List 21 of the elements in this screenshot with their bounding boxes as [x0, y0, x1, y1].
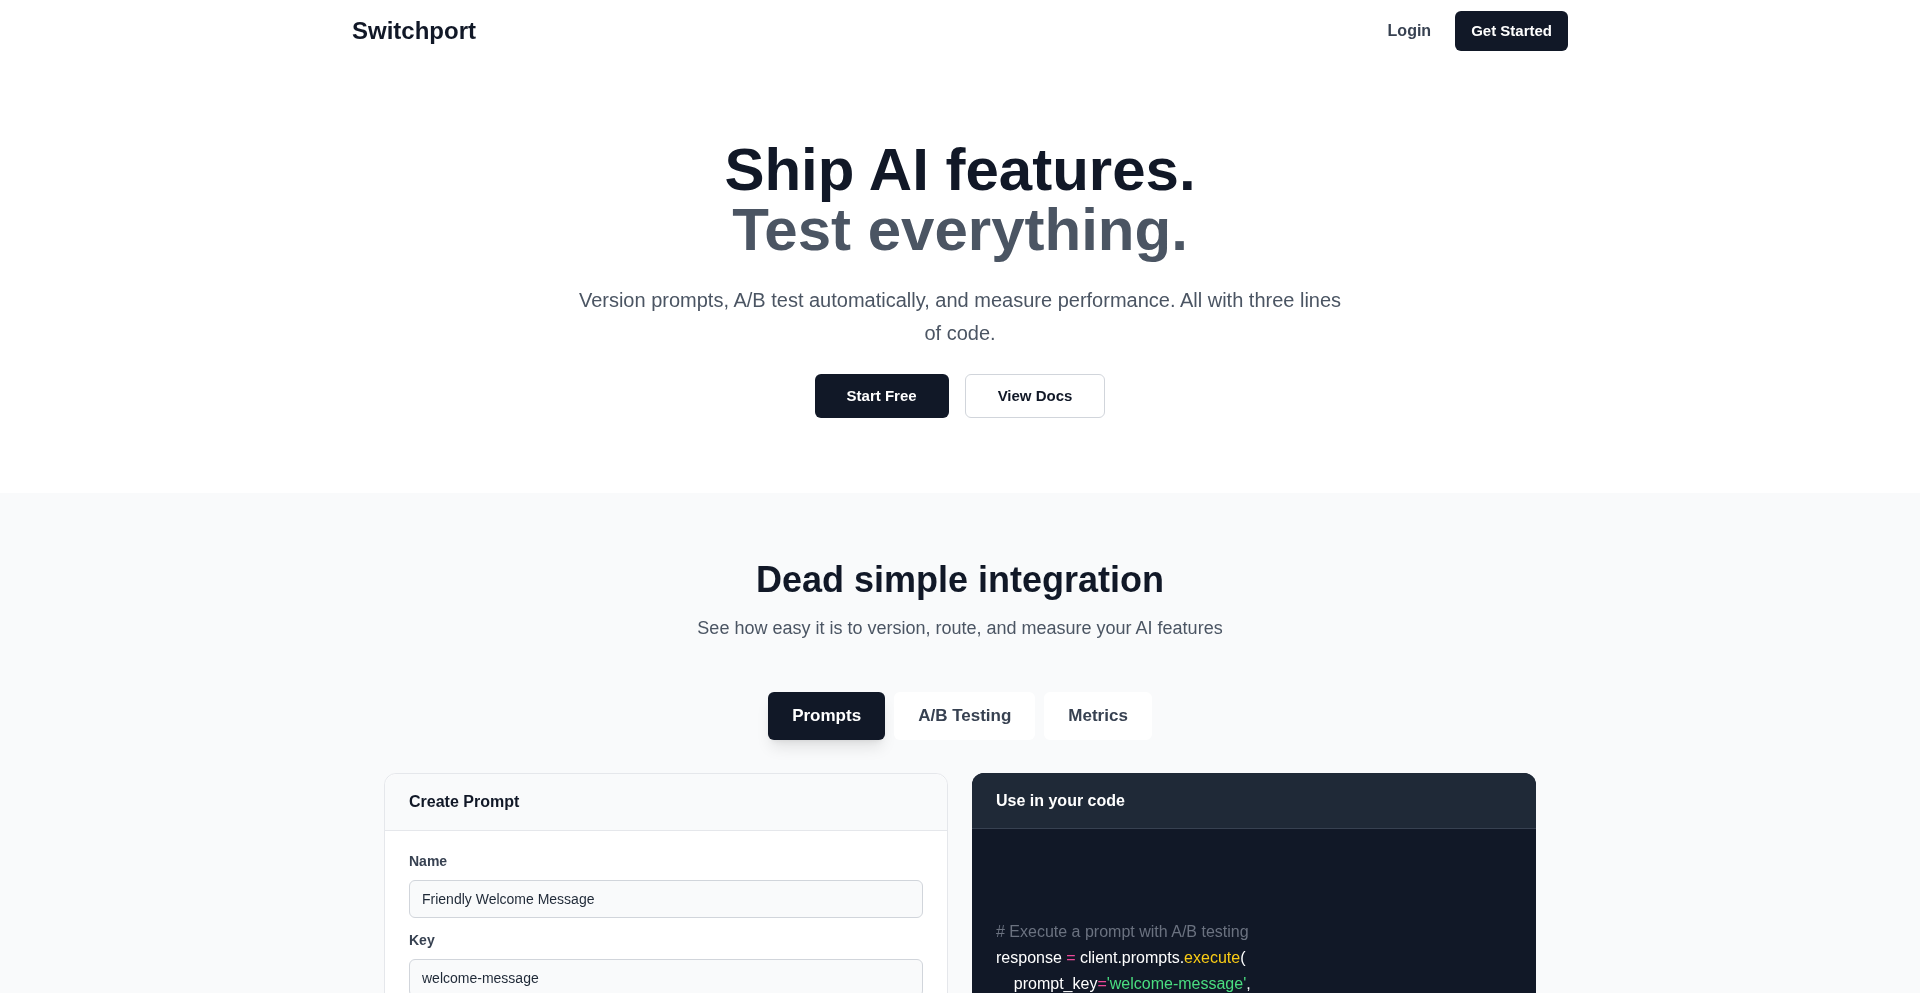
input-field[interactable]: Friendly Welcome Message: [409, 880, 923, 918]
code-line: prompt_key='welcome-message',: [1012, 974, 1252, 993]
input-field[interactable]: welcome-message: [409, 959, 923, 993]
tab[interactable]: Metrics: [1044, 692, 1152, 740]
tab[interactable]: A/B Testing: [894, 692, 1036, 740]
field-label: Key: [409, 931, 436, 950]
code-line: response = client.prompts.execute(: [996, 948, 1247, 968]
start-free-button[interactable]: Start Free: [814, 374, 949, 418]
view-docs-button[interactable]: View Docs: [964, 374, 1106, 418]
hero-title: Ship AI features.: [724, 140, 1196, 200]
code-line: # Execute a prompt with A/B testing: [996, 922, 1250, 942]
tab[interactable]: Prompts: [768, 692, 886, 740]
get-started-button[interactable]: Get Started: [1455, 11, 1568, 51]
card-title: Create Prompt: [385, 774, 947, 831]
hero-subtitle: Version prompts, A/B test automatically, and measure performance. All with three lines of code.: [577, 288, 1343, 346]
card-title: Use in your code: [972, 773, 1536, 829]
field-label: Name: [409, 852, 449, 871]
section-title: Dead simple integration: [755, 558, 1165, 602]
section-subtitle: See how easy it is to version, route, and measure your AI features: [697, 617, 1223, 640]
login-link[interactable]: Login: [1379, 19, 1440, 43]
logo[interactable]: Switchport: [352, 13, 476, 49]
